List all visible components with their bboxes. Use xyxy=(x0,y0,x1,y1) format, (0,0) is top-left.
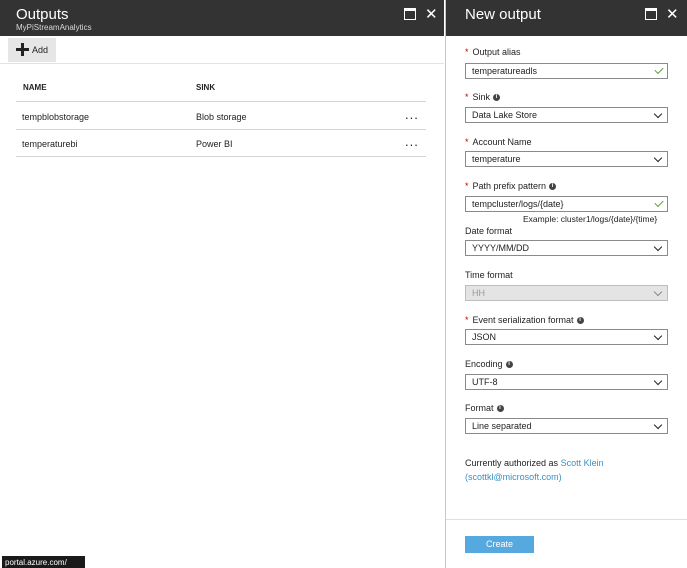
authorized-user-link[interactable]: Scott Klein xyxy=(561,458,604,468)
authorized-email-link[interactable]: (scottkl@microsoft.com) xyxy=(465,472,562,482)
outputs-header: Outputs MyPiStreamAnalytics ✕ xyxy=(0,0,444,36)
more-icon[interactable]: ... xyxy=(405,134,419,149)
add-button-label: Add xyxy=(32,45,49,55)
output-alias-value: temperatureadls xyxy=(472,66,538,76)
output-sink: Power BI xyxy=(196,139,233,149)
event-serialization-label: * Event serialization format i xyxy=(465,315,584,325)
maximize-button[interactable] xyxy=(643,6,659,22)
format-select[interactable]: Line separated xyxy=(465,418,668,434)
output-name: temperaturebi xyxy=(22,139,78,149)
chevron-down-icon xyxy=(653,420,663,430)
maximize-button[interactable] xyxy=(402,6,418,22)
account-name-value: temperature xyxy=(472,154,521,164)
account-name-label: * Account Name xyxy=(465,137,532,147)
table-row[interactable]: temperaturebi Power BI ... xyxy=(16,130,426,157)
path-prefix-example: Example: cluster1/logs/{date}/{time} xyxy=(523,214,658,224)
chevron-down-icon xyxy=(653,376,663,386)
event-serialization-select[interactable]: JSON xyxy=(465,329,668,345)
authorization-info: Currently authorized as Scott Klein (sco… xyxy=(465,456,604,484)
close-icon: ✕ xyxy=(425,5,438,23)
outputs-toolbar: Add xyxy=(0,36,444,64)
check-icon xyxy=(654,197,664,208)
encoding-value: UTF-8 xyxy=(472,377,498,387)
output-sink: Blob storage xyxy=(196,112,247,122)
encoding-select[interactable]: UTF-8 xyxy=(465,374,668,390)
required-mark: * xyxy=(465,137,469,147)
close-button[interactable]: ✕ xyxy=(665,6,681,22)
info-icon[interactable]: i xyxy=(549,183,557,191)
time-format-label: Time format xyxy=(465,270,513,280)
new-output-blade: New output ✕ * Output alias temperaturead… xyxy=(445,0,687,568)
new-output-header: New output ✕ xyxy=(446,0,687,36)
info-icon[interactable]: i xyxy=(493,94,501,102)
outputs-title: Outputs xyxy=(16,6,69,23)
output-alias-input[interactable]: temperatureadls xyxy=(465,63,668,79)
chevron-down-icon xyxy=(653,153,663,163)
format-value: Line separated xyxy=(472,421,532,431)
footer-divider xyxy=(446,519,687,520)
sink-select[interactable]: Data Lake Store xyxy=(465,107,668,123)
date-format-value: YYYY/MM/DD xyxy=(472,243,530,253)
chevron-down-icon xyxy=(653,109,663,119)
info-icon[interactable]: i xyxy=(496,405,504,413)
outputs-blade: Outputs MyPiStreamAnalytics ✕ Add NAME S… xyxy=(0,0,444,568)
table-divider xyxy=(16,156,426,157)
required-mark: * xyxy=(465,181,469,191)
time-format-select: HH xyxy=(465,285,668,301)
status-bar-url: portal.azure.com/ xyxy=(2,556,85,568)
path-prefix-label: * Path prefix pattern i xyxy=(465,181,557,191)
time-format-value: HH xyxy=(472,288,485,298)
sink-value: Data Lake Store xyxy=(472,110,538,120)
plus-icon xyxy=(16,43,29,56)
table-divider xyxy=(16,101,426,102)
date-format-label: Date format xyxy=(465,226,513,236)
output-name: tempblobstorage xyxy=(22,112,90,122)
close-button[interactable]: ✕ xyxy=(424,6,440,22)
column-header-sink[interactable]: SINK xyxy=(196,83,215,92)
new-output-title: New output xyxy=(465,6,541,23)
outputs-subtitle: MyPiStreamAnalytics xyxy=(16,23,92,32)
maximize-icon xyxy=(645,8,657,20)
info-icon[interactable]: i xyxy=(505,361,513,369)
table-row[interactable]: tempblobstorage Blob storage ... xyxy=(16,103,426,130)
encoding-label: Encoding i xyxy=(465,359,513,369)
more-icon[interactable]: ... xyxy=(405,107,419,122)
account-name-select[interactable]: temperature xyxy=(465,151,668,167)
create-button[interactable]: Create xyxy=(465,536,534,553)
format-label: Format i xyxy=(465,403,504,413)
close-icon: ✕ xyxy=(666,5,679,23)
info-icon[interactable]: i xyxy=(576,317,584,325)
event-serialization-value: JSON xyxy=(472,332,497,342)
required-mark: * xyxy=(465,315,469,325)
path-prefix-value: tempcluster/logs/{date} xyxy=(472,199,564,209)
path-prefix-input[interactable]: tempcluster/logs/{date} xyxy=(465,196,668,212)
sink-label: * Sink i xyxy=(465,92,501,102)
check-icon xyxy=(654,64,664,75)
required-mark: * xyxy=(465,47,469,57)
maximize-icon xyxy=(404,8,416,20)
required-mark: * xyxy=(465,92,469,102)
authorized-prefix: Currently authorized as xyxy=(465,458,559,468)
chevron-down-icon xyxy=(653,242,663,252)
column-header-name[interactable]: NAME xyxy=(23,83,47,92)
date-format-select[interactable]: YYYY/MM/DD xyxy=(465,240,668,256)
chevron-down-icon xyxy=(653,331,663,341)
add-output-button[interactable]: Add xyxy=(8,38,56,62)
chevron-down-icon xyxy=(653,287,663,297)
output-alias-label: * Output alias xyxy=(465,47,521,57)
